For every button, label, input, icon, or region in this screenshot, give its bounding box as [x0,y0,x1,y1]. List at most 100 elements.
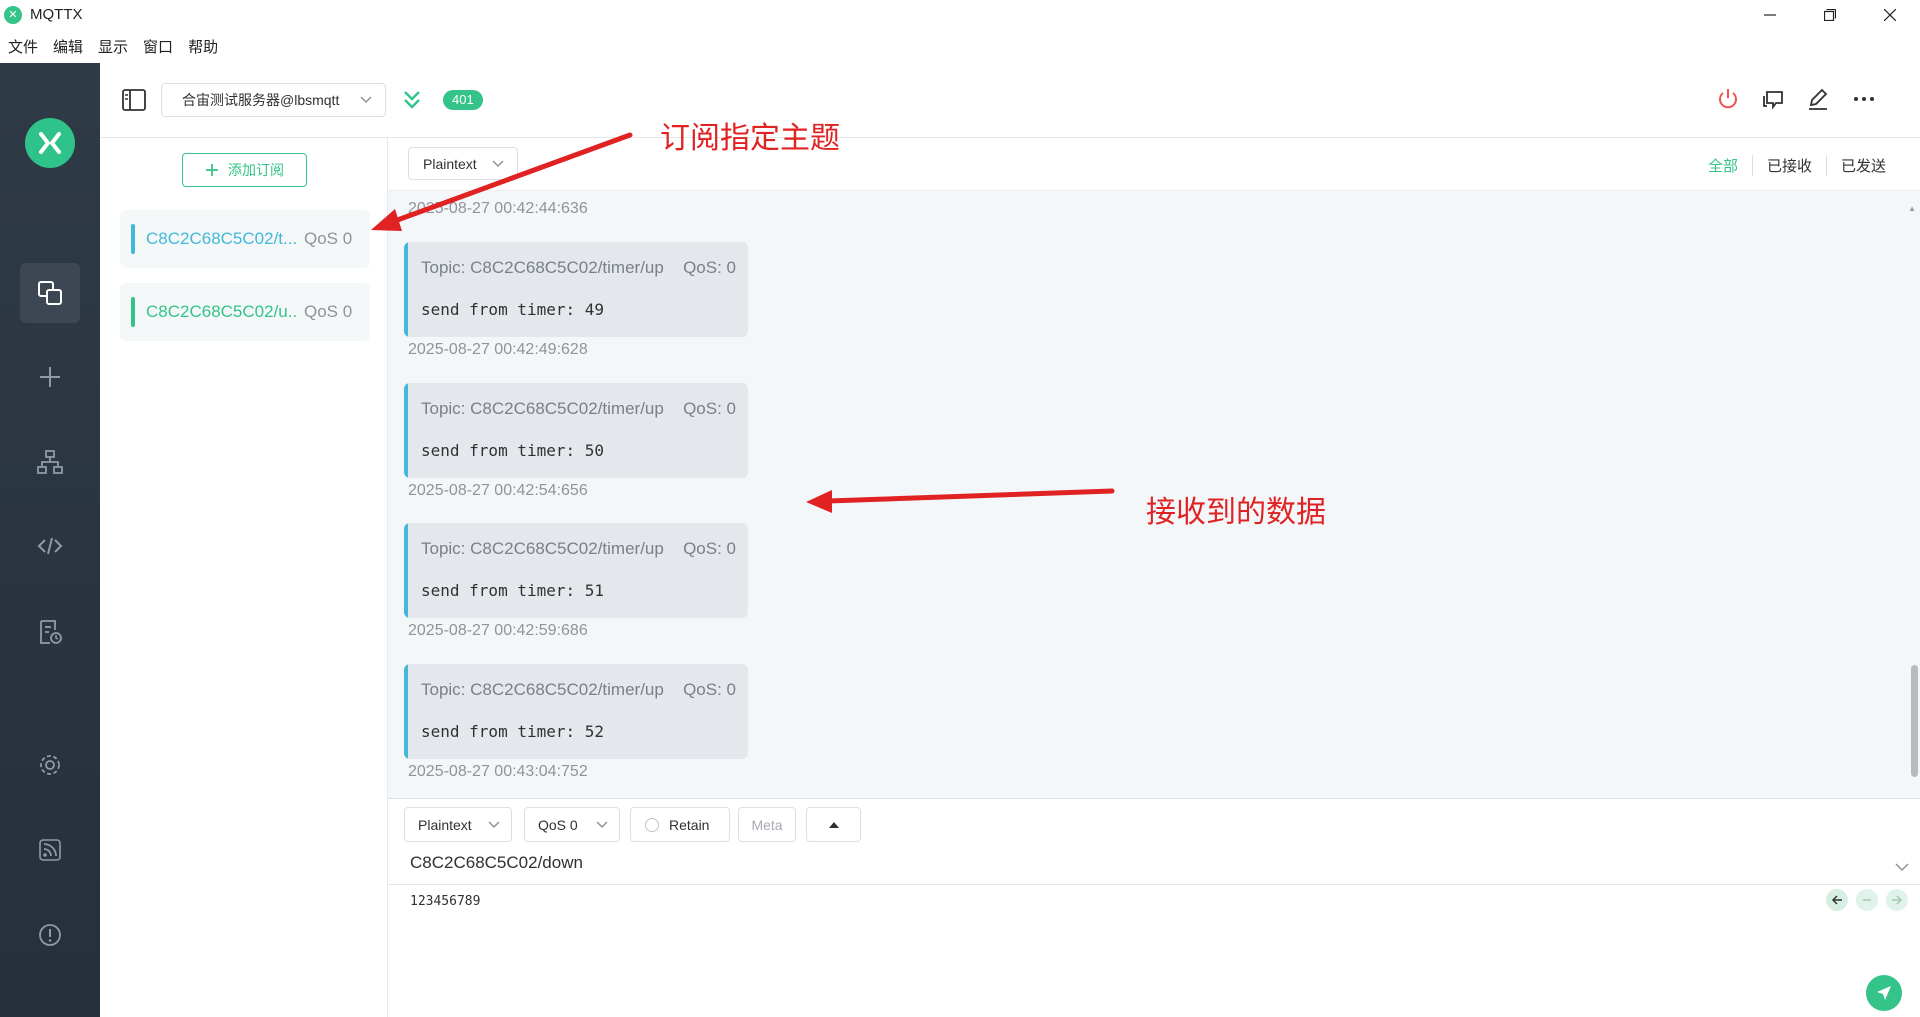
payload-format-value: Plaintext [423,155,477,172]
message-card[interactable]: Topic: C8C2C68C5C02/timer/up QoS: 0 send… [404,664,748,759]
minimize-icon [1764,13,1776,16]
meta-button[interactable]: Meta [738,807,796,842]
publish-panel: Plaintext QoS 0 Retain Meta C8C2C68C5C02… [388,798,1920,1017]
chevron-down-icon [596,821,608,829]
message-topic: Topic: C8C2C68C5C02/timer/up [421,680,664,699]
feed-icon[interactable] [20,820,80,880]
meta-label: Meta [751,816,783,833]
scroll-up-arrow-icon[interactable]: ▲ [1908,204,1916,213]
menu-window[interactable]: 窗口 [143,36,173,57]
history-forward-icon[interactable] [1886,889,1908,911]
about-icon[interactable] [20,905,80,965]
filter-all-tab[interactable]: 全部 [1694,155,1752,176]
subscription-color-bar [131,224,135,254]
publish-payload-input[interactable]: 123456789 [410,894,480,909]
more-icon[interactable] [1852,87,1876,116]
edit-icon[interactable] [1806,87,1830,116]
disconnect-icon[interactable] [1716,87,1740,116]
menu-bar: 文件 编辑 显示 窗口 帮助 [0,29,1920,63]
history-back-icon[interactable] [1826,889,1848,911]
chevron-down-icon[interactable] [1894,861,1910,873]
sidebar-toggle-icon[interactable] [122,89,146,116]
message-scrollbar[interactable] [1911,665,1918,777]
connections-icon[interactable] [20,263,80,323]
expand-publish-button[interactable] [806,807,861,842]
filter-received-tab[interactable]: 已接收 [1751,155,1826,176]
title-bar: ✕ MQTTX [0,0,1920,29]
script-icon[interactable] [20,516,80,576]
message-payload: send from timer: 49 [421,300,605,319]
close-icon [1884,8,1896,21]
message-card[interactable]: Topic: C8C2C68C5C02/timer/up QoS: 0 send… [404,523,748,618]
add-subscription-label: 添加订阅 [228,162,284,178]
connection-toolbar: 合宙测试服务器@lbsmqtt 401 [100,63,1920,138]
message-timestamp: 2025-08-27 00:42:54:656 [408,482,588,499]
new-window-icon[interactable] [1761,87,1785,116]
message-color-bar [404,664,408,759]
message-header: Plaintext 全部 已接收 已发送 [388,138,1920,191]
message-timestamp: 2025-08-27 00:42:59:686 [408,622,588,639]
menu-file[interactable]: 文件 [8,36,38,57]
message-list[interactable]: Plaintext 全部 已接收 已发送 2025-08-27 00:42:44… [388,138,1920,798]
menu-edit[interactable]: 编辑 [53,36,83,57]
menu-help[interactable]: 帮助 [188,36,218,57]
message-color-bar [404,383,408,478]
retain-toggle[interactable]: Retain [630,807,730,842]
message-count-badge: 401 [443,90,483,110]
message-color-bar [404,242,408,337]
message-timestamp: 2025-08-27 00:42:44:636 [408,200,588,217]
payload-format-select[interactable]: Plaintext [408,147,518,180]
logo-icon [25,118,75,168]
settings-icon[interactable] [20,735,80,795]
subscription-item[interactable]: C8C2C68C5C02/t... QoS 0 [120,210,370,268]
retain-label: Retain [669,816,710,833]
restore-button[interactable] [1800,0,1860,29]
chevron-down-icon [360,96,372,104]
close-button[interactable] [1860,0,1920,29]
filter-sent-tab[interactable]: 已发送 [1825,155,1900,176]
app-logo-icon: ✕ [4,5,22,24]
publish-format-value: Plaintext [418,816,472,833]
message-topic: Topic: C8C2C68C5C02/timer/up [421,539,664,558]
left-nav [0,63,100,1017]
log-icon[interactable] [20,602,80,662]
send-button[interactable] [1866,975,1902,1011]
publish-topic-input[interactable]: C8C2C68C5C02/down [410,853,583,873]
topic-divider [388,884,1920,885]
subscription-topic: C8C2C68C5C02/t... [146,229,296,248]
connection-select[interactable]: 合宙测试服务器@lbsmqtt [161,83,386,117]
message-topic: Topic: C8C2C68C5C02/timer/up [421,399,664,418]
subscription-panel: 添加订阅 C8C2C68C5C02/t... QoS 0 C8C2C68C5C0… [100,138,388,1017]
plus-icon [206,164,218,176]
plus-icon[interactable] [20,347,80,407]
window-controls [1740,0,1920,29]
subscription-item[interactable]: C8C2C68C5C02/u... QoS 0 [120,283,370,341]
topology-icon[interactable] [20,432,80,492]
caret-up-icon [828,821,839,828]
message-card[interactable]: Topic: C8C2C68C5C02/timer/up QoS: 0 send… [404,242,748,337]
publish-format-select[interactable]: Plaintext [404,807,512,842]
message-qos: QoS: 0 [683,399,736,418]
collapse-icon[interactable] [402,89,422,116]
chevron-down-icon [492,160,504,168]
chevron-down-icon [488,821,500,829]
message-timestamp: 2025-08-27 00:43:04:752 [408,763,588,780]
message-filter-tabs: 全部 已接收 已发送 [1694,155,1900,176]
message-payload: send from timer: 50 [421,441,605,460]
history-clear-icon[interactable] [1856,889,1878,911]
restore-icon [1824,8,1836,21]
message-qos: QoS: 0 [683,680,736,699]
connection-name: 合宙测试服务器@lbsmqtt [182,92,340,108]
message-topic: Topic: C8C2C68C5C02/timer/up [421,258,664,277]
publish-qos-value: QoS 0 [538,816,578,833]
publish-qos-select[interactable]: QoS 0 [524,807,620,842]
add-subscription-button[interactable]: 添加订阅 [182,153,307,187]
message-payload: send from timer: 52 [421,722,605,741]
message-timestamp: 2025-08-27 00:42:49:628 [408,341,588,358]
send-icon [1877,986,1891,1000]
subscription-qos: QoS 0 [304,302,353,321]
subscription-qos: QoS 0 [304,229,353,248]
menu-view[interactable]: 显示 [98,36,128,57]
message-card[interactable]: Topic: C8C2C68C5C02/timer/up QoS: 0 send… [404,383,748,478]
minimize-button[interactable] [1740,0,1800,29]
